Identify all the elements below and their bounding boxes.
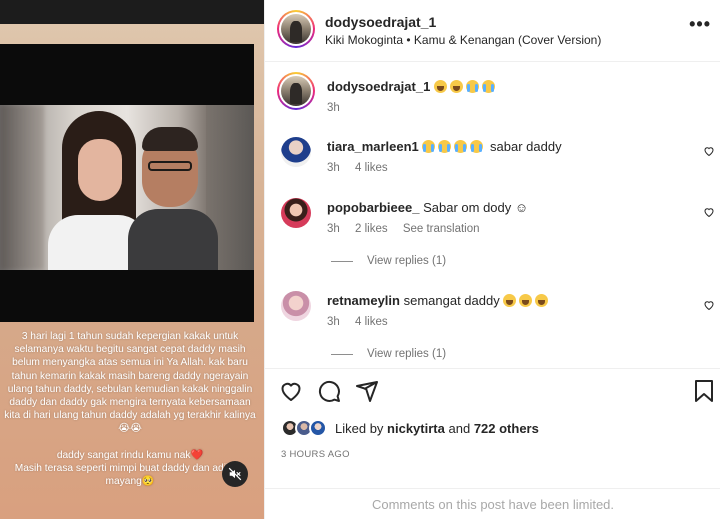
- media-top-bar: [0, 0, 264, 24]
- comment-username[interactable]: popobarbieee_: [327, 200, 419, 215]
- sob-emoji: [438, 140, 452, 153]
- comment-text: popobarbieee_ Sabar om dody ☺: [327, 199, 528, 217]
- comment-meta: 3h 2 likes See translation: [327, 223, 492, 235]
- post-details-panel: dodysoedrajat_1 Kiki Mokoginta • Kamu & …: [264, 0, 720, 519]
- photo-father-daughter: [0, 105, 254, 270]
- profile-photo: [281, 14, 311, 44]
- comment-likes[interactable]: 2 likes: [355, 223, 388, 235]
- comment-meta: 3h 4 likes: [327, 316, 400, 328]
- blurred-left-edge: [0, 105, 44, 270]
- replies-divider: [331, 353, 353, 355]
- liked-by-and: and: [448, 420, 471, 436]
- heart-icon[interactable]: [703, 206, 715, 218]
- crying-face-emoji: [519, 294, 533, 307]
- replies-divider: [331, 260, 353, 262]
- comment-text: tiara_marleen1 sabar daddy: [327, 138, 562, 156]
- caption-line: daddy sangat rindu kamu nak❤️: [56, 449, 204, 461]
- crying-face-emoji: [535, 294, 549, 307]
- see-translation-link[interactable]: See translation: [403, 223, 480, 235]
- crying-face-emoji: [433, 80, 447, 93]
- post-timestamp[interactable]: 3 HOURS AGO: [281, 449, 350, 460]
- avatar[interactable]: [281, 198, 311, 228]
- audio-track[interactable]: Kiki Mokoginta • Kamu & Kenangan (Cover …: [325, 33, 601, 47]
- likes-summary[interactable]: Liked by nickytirta and 722 others: [281, 417, 539, 439]
- comment-meta: 3h 4 likes: [327, 162, 400, 174]
- speaker-muted-icon: [228, 467, 242, 481]
- avatar[interactable]: [281, 137, 311, 167]
- media-caption-overlay: 3 hari lagi 1 tahun sudah kepergian kaka…: [4, 330, 256, 488]
- author-username[interactable]: dodysoedrajat_1: [325, 14, 436, 30]
- post-media[interactable]: 3 hari lagi 1 tahun sudah kepergian kaka…: [0, 0, 264, 519]
- crying-face-emoji: [449, 80, 463, 93]
- woman-face: [78, 139, 122, 201]
- sob-emoji: [422, 140, 436, 153]
- view-replies-button[interactable]: View replies (1): [331, 255, 446, 267]
- comment-meta: 3h: [327, 102, 352, 114]
- comment-body: Sabar om dody ☺: [423, 200, 529, 215]
- heart-icon[interactable]: [703, 299, 715, 311]
- comments-list[interactable]: dodysoedrajat_1 3h tiara_marleen1 sabar …: [265, 62, 720, 368]
- post-header: dodysoedrajat_1 Kiki Mokoginta • Kamu & …: [265, 0, 720, 62]
- caption-line: 3 hari lagi 1 tahun sudah kepergian kaka…: [4, 331, 256, 435]
- comment-likes[interactable]: 4 likes: [355, 316, 388, 328]
- view-replies-label: View replies (1): [367, 348, 447, 360]
- liked-by-user[interactable]: nickytirta: [387, 421, 445, 436]
- liker-avatars: [281, 417, 329, 439]
- comment-username[interactable]: retnameylin: [327, 293, 400, 308]
- liked-by-others[interactable]: 722 others: [474, 421, 539, 436]
- sob-emoji: [465, 80, 479, 93]
- man-hair: [142, 127, 198, 151]
- comment-likes[interactable]: 4 likes: [355, 162, 388, 174]
- comment-bubble-icon[interactable]: [317, 379, 341, 403]
- comment-time: 3h: [327, 162, 340, 174]
- comment-time: 3h: [327, 102, 340, 114]
- view-replies-button[interactable]: View replies (1): [331, 348, 446, 360]
- comment-text: retnameylin semangat daddy: [327, 292, 551, 310]
- avatar[interactable]: [277, 72, 315, 110]
- comment-username[interactable]: dodysoedrajat_1: [327, 79, 430, 94]
- sob-emoji: [454, 140, 468, 153]
- more-options-button[interactable]: •••: [689, 14, 711, 35]
- avatar: [309, 419, 327, 437]
- man-body: [128, 209, 218, 270]
- mute-button[interactable]: [222, 461, 248, 487]
- comment-time: 3h: [327, 316, 340, 328]
- bookmark-icon[interactable]: [693, 379, 715, 403]
- crying-face-emoji: [503, 294, 517, 307]
- comment-time: 3h: [327, 223, 340, 235]
- sob-emoji: [481, 80, 495, 93]
- comments-limited-notice: Comments on this post have been limited.: [265, 488, 720, 519]
- man-glasses: [148, 161, 192, 171]
- comment-body: semangat daddy: [403, 293, 500, 308]
- like-heart-icon[interactable]: [279, 379, 303, 403]
- caption-line: Masih terasa seperti mimpi buat daddy da…: [14, 462, 246, 488]
- share-send-icon[interactable]: [355, 379, 379, 403]
- avatar[interactable]: [281, 291, 311, 321]
- comment-body: sabar daddy: [490, 139, 562, 154]
- liked-by-prefix: Liked by: [335, 420, 384, 436]
- caption-text: dodysoedrajat_1: [327, 78, 498, 96]
- sob-emoji: [470, 140, 484, 153]
- heart-icon[interactable]: [703, 145, 715, 157]
- post-actions: Liked by nickytirta and 722 others 3 HOU…: [265, 368, 720, 488]
- view-replies-label: View replies (1): [367, 255, 447, 267]
- avatar[interactable]: [277, 10, 315, 48]
- profile-photo: [281, 76, 311, 106]
- comment-username[interactable]: tiara_marleen1: [327, 139, 419, 154]
